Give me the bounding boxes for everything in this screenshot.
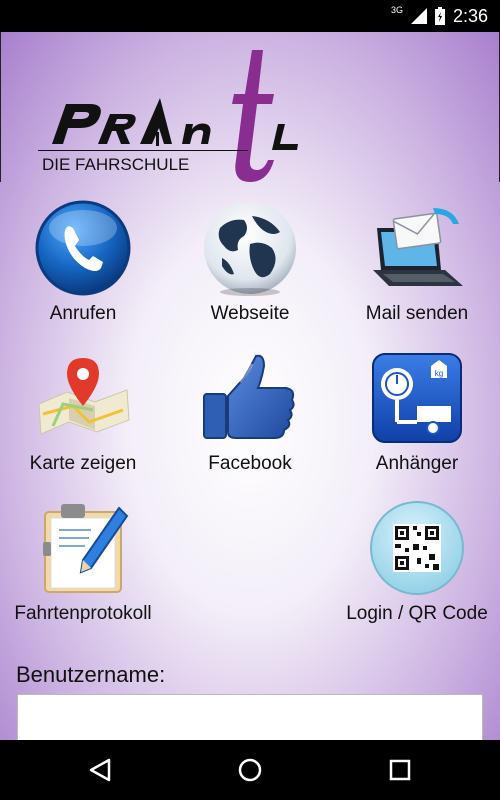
app-content: DIE FAHRSCHULE Anrufen Webseite Mail sen… — [0, 32, 500, 740]
qr-code-icon — [370, 501, 464, 595]
home-button[interactable] — [230, 752, 270, 788]
call-button[interactable]: Anrufen — [0, 190, 166, 340]
website-button[interactable]: Webseite — [167, 190, 333, 340]
home-icon — [238, 758, 262, 782]
recents-button[interactable] — [380, 752, 420, 788]
mail-laptop-icon — [373, 208, 463, 286]
svg-text:kg: kg — [435, 369, 443, 378]
tile-label-drive-log: Fahrtenprotokoll — [14, 603, 152, 624]
phone-icon — [35, 200, 131, 296]
drive-log-button[interactable]: Fahrtenprotokoll — [0, 490, 166, 640]
clock: 2:36 — [452, 5, 488, 26]
tile-label-login-qr: Login / QR Code — [346, 603, 488, 624]
show-map-button[interactable]: Karte zeigen — [0, 340, 166, 490]
battery-icon — [434, 7, 445, 25]
login-qr-button[interactable]: Login / QR Code — [334, 490, 500, 640]
status-bar: 3G 2:36 — [0, 0, 500, 32]
logo: DIE FAHRSCHULE — [0, 32, 500, 182]
clipboard-pen-icon — [43, 504, 129, 593]
username-label: Benutzername: — [16, 662, 166, 687]
trailer-button[interactable]: kg Anhänger — [334, 340, 500, 490]
tile-label-trailer: Anhänger — [375, 453, 459, 474]
back-button[interactable] — [80, 752, 120, 788]
logo-divider-left — [0, 32, 1, 182]
tile-label-map: Karte zeigen — [29, 453, 137, 474]
facebook-button[interactable]: Facebook — [167, 340, 333, 490]
recents-icon — [389, 759, 411, 781]
tile-label-website: Webseite — [210, 303, 290, 324]
globe-icon — [204, 202, 296, 296]
back-icon — [89, 758, 111, 782]
tile-label-call: Anrufen — [49, 303, 117, 324]
map-pin-icon — [38, 358, 130, 435]
navigation-bar — [0, 740, 500, 800]
thumbs-up-icon — [203, 354, 295, 439]
network-type: 3G — [390, 5, 403, 15]
logo-subtitle: DIE FAHRSCHULE — [42, 155, 189, 174]
signal-icon — [410, 8, 427, 24]
username-input[interactable] — [17, 694, 483, 740]
tile-label-facebook: Facebook — [208, 453, 292, 474]
tile-label-mail: Mail senden — [365, 303, 469, 324]
trailer-weight-icon: kg — [372, 353, 462, 443]
send-mail-button[interactable]: Mail senden — [334, 190, 500, 340]
prantl-logo-icon: DIE FAHRSCHULE — [38, 50, 298, 182]
